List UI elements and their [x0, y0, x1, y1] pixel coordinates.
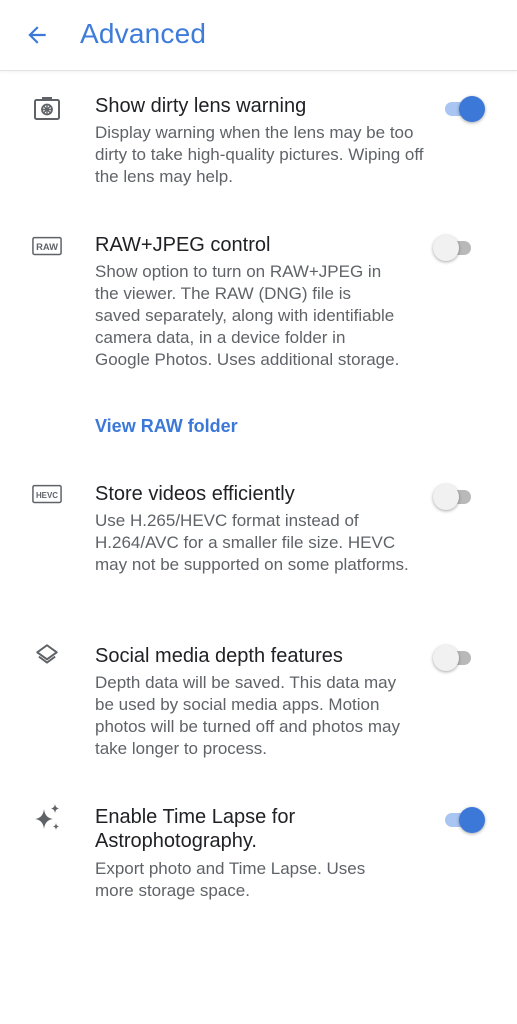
raw-icon: RAW: [32, 231, 62, 261]
dirty-lens-icon: [32, 94, 62, 124]
toggle-thumb: [433, 235, 459, 261]
setting-time-lapse[interactable]: Enable Time Lapse for Astrophotography. …: [0, 801, 517, 911]
setting-title: Enable Time Lapse for Astrophotography.: [95, 806, 296, 852]
back-button[interactable]: [20, 18, 54, 52]
app-bar: Advanced: [0, 0, 517, 71]
layers-icon: [32, 640, 62, 670]
setting-description: Display warning when the lens may be too…: [95, 123, 424, 186]
setting-store-videos[interactable]: HEVC Store videos efficiently Use H.265/…: [0, 478, 517, 598]
setting-title: Social media depth features: [95, 645, 343, 667]
setting-social-depth[interactable]: Social media depth features Depth data w…: [0, 640, 517, 760]
toggle-thumb: [433, 484, 459, 510]
back-arrow-icon: [28, 26, 46, 44]
store-videos-toggle[interactable]: [433, 481, 479, 513]
toggle-thumb: [433, 645, 459, 671]
setting-title: Store videos efficiently: [95, 483, 295, 505]
setting-description: Use H.265/HEVC format instead of H.264/A…: [95, 511, 409, 574]
toggle-thumb: [459, 807, 485, 833]
setting-description: Export photo and Time Lapse. Uses more s…: [95, 859, 366, 900]
time-lapse-toggle[interactable]: [443, 804, 487, 836]
page-title: Advanced: [80, 18, 207, 49]
raw-jpeg-toggle[interactable]: [433, 232, 479, 264]
setting-description: Depth data will be saved. This data may …: [95, 673, 400, 758]
setting-raw-jpeg[interactable]: RAW RAW+JPEG control Show option to turn…: [0, 229, 517, 449]
svg-text:RAW: RAW: [36, 242, 58, 252]
svg-text:HEVC: HEVC: [36, 491, 58, 500]
sparkle-icon: [32, 803, 62, 833]
dirty-lens-toggle[interactable]: [443, 93, 487, 125]
toggle-thumb: [459, 96, 485, 122]
setting-title: Show dirty lens warning: [95, 95, 307, 117]
setting-title: RAW+JPEG control: [95, 234, 271, 256]
hevc-icon: HEVC: [32, 479, 62, 509]
setting-description: Show option to turn on RAW+JPEG in the v…: [95, 262, 400, 369]
social-depth-toggle[interactable]: [433, 642, 479, 674]
setting-dirty-lens[interactable]: Show dirty lens warning Display warning …: [0, 90, 517, 200]
view-raw-folder-link[interactable]: View RAW folder: [95, 415, 238, 437]
